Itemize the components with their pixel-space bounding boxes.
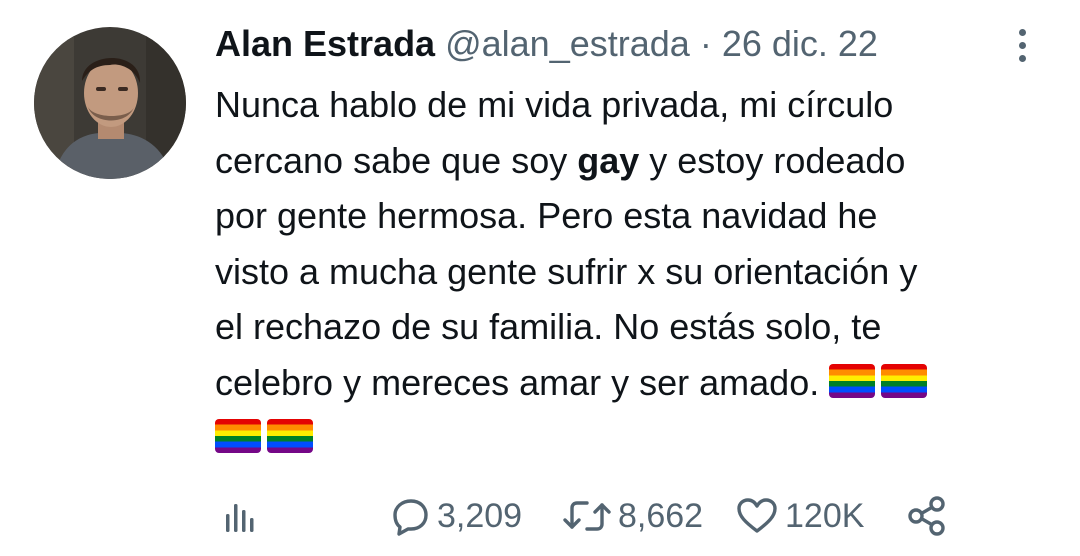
tweet-text-line: visto a mucha gente sufrir x su orientac… bbox=[215, 250, 918, 292]
tweet-text-line: el rechazo de su familia. No estás solo,… bbox=[215, 306, 882, 347]
retweet-icon bbox=[563, 501, 611, 531]
rainbow-flag-emoji bbox=[829, 363, 876, 398]
reply-icon bbox=[393, 499, 428, 536]
like-button[interactable]: 120K bbox=[735, 490, 864, 542]
rainbow-flag-emoji bbox=[267, 419, 313, 453]
rainbow-flag-emoji bbox=[215, 419, 261, 453]
tweet-text-line: cercano sabe que soy gay y estoy rodeado bbox=[215, 139, 906, 181]
heart-icon bbox=[737, 498, 777, 533]
author-handle[interactable]: @alan_estrada bbox=[445, 23, 690, 64]
tweet-header: Alan Estrada @alan_estrada · 26 dic. 22 bbox=[215, 22, 878, 66]
separator-dot: · bbox=[699, 23, 712, 64]
share-button[interactable] bbox=[905, 490, 949, 542]
reply-count: 3,209 bbox=[437, 496, 523, 535]
tweet-date[interactable]: 26 dic. 22 bbox=[722, 23, 878, 64]
more-options-button[interactable] bbox=[1008, 26, 1038, 66]
author-name[interactable]: Alan Estrada bbox=[215, 23, 435, 64]
share-icon bbox=[908, 496, 945, 536]
reply-button[interactable]: 3,209 bbox=[391, 490, 522, 542]
tweet-text-line: celebro y mereces amar y ser amado. bbox=[215, 355, 1055, 411]
tweet-text-line bbox=[215, 410, 1055, 466]
bold-word: gay bbox=[577, 139, 640, 181]
tweet-text: Nunca hablo de mi vida privada, mi círcu… bbox=[215, 77, 1055, 466]
tweet-text-line: por gente hermosa. Pero esta navidad he bbox=[215, 195, 878, 236]
tweet-text-line: Nunca hablo de mi vida privada, mi círcu… bbox=[215, 84, 894, 125]
avatar-photo bbox=[34, 27, 186, 179]
views-button[interactable] bbox=[219, 490, 259, 542]
like-count: 120K bbox=[785, 496, 865, 535]
retweet-count: 8,662 bbox=[618, 496, 704, 535]
avatar[interactable] bbox=[34, 27, 186, 179]
rainbow-flag-emoji bbox=[881, 363, 928, 398]
retweet-button[interactable]: 8,662 bbox=[562, 490, 703, 542]
analytics-icon bbox=[226, 504, 254, 532]
tweet-actions: 3,209 8,662 120K bbox=[215, 490, 975, 542]
